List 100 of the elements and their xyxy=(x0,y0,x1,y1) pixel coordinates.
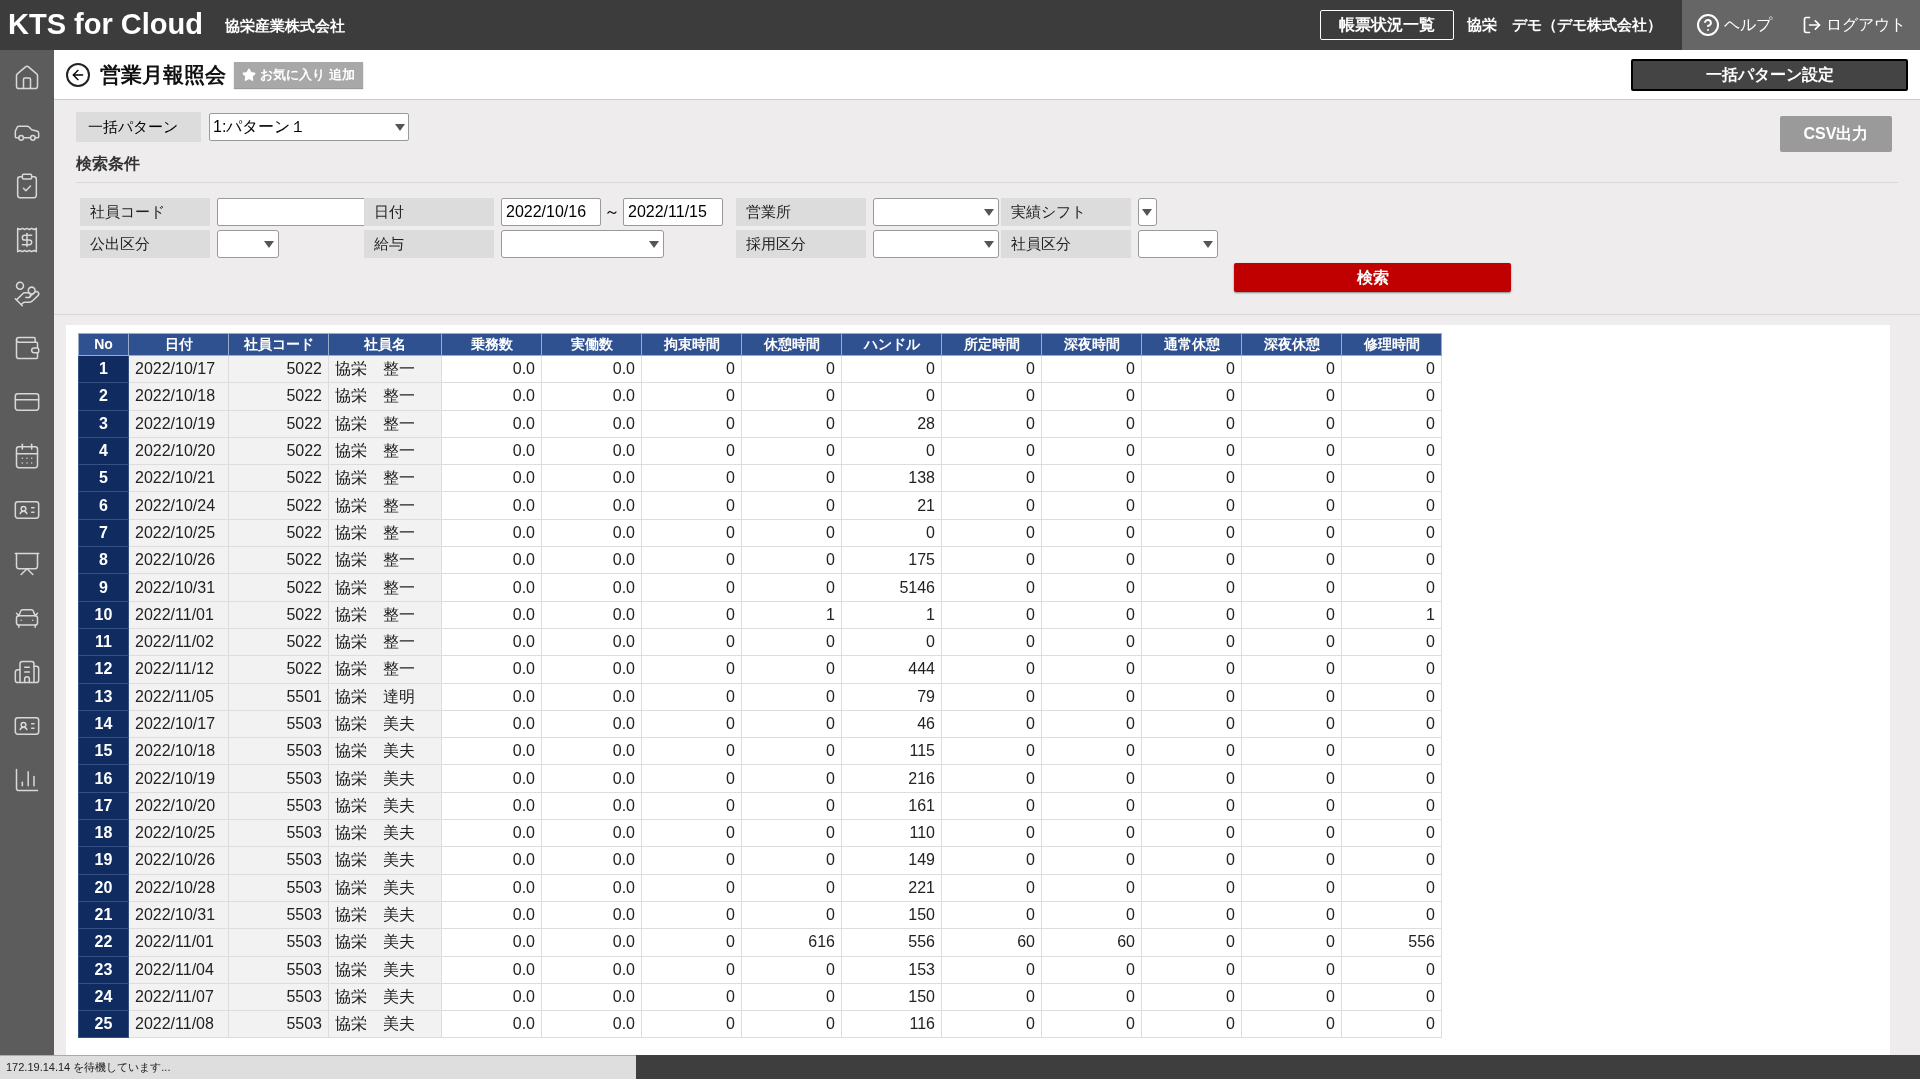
column-header: ハンドル xyxy=(841,333,942,356)
row-number: 18 xyxy=(78,819,129,847)
help-link[interactable]: ヘルプ xyxy=(1696,13,1772,37)
table-cell: 556 xyxy=(1341,928,1442,957)
table-cell: 5022 xyxy=(228,573,329,602)
range-separator: ～ xyxy=(603,202,621,222)
table-cell: 150 xyxy=(841,901,942,929)
pattern-select[interactable]: 1:パターン１ xyxy=(209,113,409,141)
table-cell: 協栄 美夫 xyxy=(328,819,442,847)
input-field[interactable] xyxy=(217,198,367,226)
hand-coins-icon[interactable] xyxy=(13,280,41,308)
table-cell: 0 xyxy=(1041,956,1142,984)
table-cell: 0.0 xyxy=(441,956,542,984)
table-cell: 150 xyxy=(841,983,942,1011)
table-cell: 2022/11/08 xyxy=(128,1010,229,1038)
table-cell: 5022 xyxy=(228,519,329,547)
select-field[interactable] xyxy=(873,230,999,258)
building-icon[interactable] xyxy=(13,658,41,686)
table-cell: 0.0 xyxy=(441,628,542,656)
row-number: 15 xyxy=(78,737,129,765)
field-label: 給与 xyxy=(364,230,494,258)
table-cell: 2022/10/25 xyxy=(128,519,229,547)
table-cell: 0 xyxy=(741,382,842,411)
table-cell: 2022/10/26 xyxy=(128,846,229,875)
wallet-icon[interactable] xyxy=(13,334,41,362)
table-cell: 0 xyxy=(1141,928,1242,957)
table-cell: 0.0 xyxy=(541,410,642,438)
select-field[interactable] xyxy=(1138,230,1218,258)
table-cell: 0 xyxy=(1141,764,1242,793)
table-cell: 0 xyxy=(1341,764,1442,793)
search-button[interactable]: 検索 xyxy=(1234,263,1511,292)
table-cell: 0 xyxy=(1341,737,1442,765)
table-cell: 0.0 xyxy=(541,355,642,383)
select-field[interactable] xyxy=(873,198,999,226)
report-status-button[interactable]: 帳票状況一覧 xyxy=(1320,10,1454,40)
date-field[interactable]: 2022/10/16 xyxy=(501,198,601,226)
table-cell: 0 xyxy=(641,573,742,602)
table-cell: 0 xyxy=(1341,355,1442,383)
table-cell: 110 xyxy=(841,819,942,847)
table-cell: 0 xyxy=(641,764,742,793)
table-cell: 0 xyxy=(1341,956,1442,984)
table-cell: 5503 xyxy=(228,874,329,902)
date-field[interactable]: 2022/11/15 xyxy=(623,198,723,226)
table-cell: 0 xyxy=(941,846,1042,875)
home-icon[interactable] xyxy=(13,64,41,92)
caret-icon xyxy=(264,240,274,248)
table-cell: 0 xyxy=(641,519,742,547)
table-cell: 0 xyxy=(1341,1010,1442,1038)
table-cell: 0 xyxy=(1141,874,1242,902)
field-label: 一括パターン xyxy=(76,112,201,142)
table-cell: 0 xyxy=(1341,464,1442,492)
table-cell: 0 xyxy=(1341,901,1442,929)
table-cell: 0 xyxy=(641,628,742,656)
presentation-icon[interactable] xyxy=(13,550,41,578)
table-cell: 協栄 整一 xyxy=(328,546,442,574)
column-header: 通常休憩 xyxy=(1141,333,1242,356)
select-field[interactable] xyxy=(217,230,279,258)
table-cell: 0 xyxy=(1241,792,1342,820)
table-cell: 5146 xyxy=(841,573,942,602)
table-cell: 0.0 xyxy=(441,437,542,465)
table-cell: 0.0 xyxy=(441,1010,542,1038)
row-number: 10 xyxy=(78,601,129,629)
table-cell: 0 xyxy=(1141,683,1242,711)
table-cell: 2022/10/19 xyxy=(128,764,229,793)
table-cell: 2022/10/31 xyxy=(128,573,229,602)
table-cell: 0 xyxy=(1141,573,1242,602)
table-cell: 444 xyxy=(841,655,942,684)
table-cell: 協栄 整一 xyxy=(328,464,442,492)
row-number: 3 xyxy=(78,410,129,438)
table-cell: 0.0 xyxy=(541,956,642,984)
column-header: 修理時間 xyxy=(1341,333,1442,356)
table-cell: 協栄 美夫 xyxy=(328,874,442,902)
table-cell: 0 xyxy=(941,382,1042,411)
table-cell: 協栄 美夫 xyxy=(328,928,442,957)
table-cell: 216 xyxy=(841,764,942,793)
table-cell: 0 xyxy=(1341,874,1442,902)
table-cell: 0 xyxy=(1141,1010,1242,1038)
select-field[interactable] xyxy=(1138,198,1157,226)
table-cell: 2022/11/05 xyxy=(128,683,229,711)
column-header: 乗務数 xyxy=(441,333,542,356)
chart-icon[interactable] xyxy=(13,766,41,794)
row-number: 24 xyxy=(78,983,129,1011)
row-number: 9 xyxy=(78,573,129,602)
table-cell: 5503 xyxy=(228,737,329,765)
company-name: 協栄産業株式会社 xyxy=(224,15,345,36)
table-cell: 0 xyxy=(1241,819,1342,847)
logout-link[interactable]: ログアウト xyxy=(1802,13,1906,37)
column-header: 日付 xyxy=(128,333,229,356)
table-cell: 0 xyxy=(1041,819,1142,847)
table-cell: 0 xyxy=(741,1010,842,1038)
table-cell: 0 xyxy=(941,956,1042,984)
table-cell: 2022/10/28 xyxy=(128,874,229,902)
table-cell: 46 xyxy=(841,710,942,738)
select-field[interactable] xyxy=(501,230,664,258)
pattern-settings-button[interactable]: 一括パターン設定 xyxy=(1631,58,1908,91)
table-cell: 2022/11/04 xyxy=(128,956,229,984)
back-icon[interactable] xyxy=(66,62,90,87)
table-cell: 協栄 美夫 xyxy=(328,1010,442,1038)
calendar-icon[interactable] xyxy=(13,442,41,470)
table-cell: 0 xyxy=(641,410,742,438)
